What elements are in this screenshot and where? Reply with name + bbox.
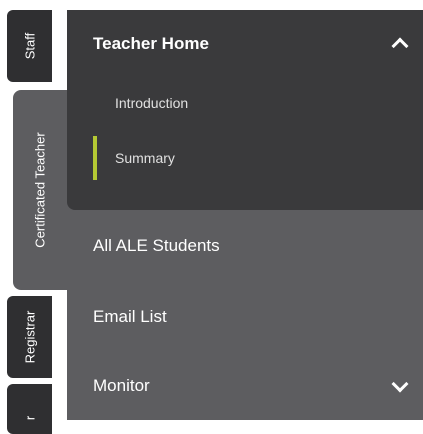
menu-item-introduction[interactable]: Introduction (115, 95, 188, 111)
section-title[interactable]: Teacher Home (93, 34, 209, 54)
nav-item-all-ale-students[interactable]: All ALE Students (93, 236, 220, 256)
tab-certificated-teacher-label: Certificated Teacher (32, 132, 48, 248)
tab-partial[interactable]: r (7, 384, 52, 434)
tab-staff-label: Staff (22, 32, 37, 60)
chevron-down-icon[interactable] (391, 375, 409, 393)
teacher-home-section: Teacher Home Introduction Summary (67, 10, 423, 210)
menu-item-summary[interactable]: Summary (115, 150, 175, 166)
chevron-up-icon[interactable] (391, 37, 409, 55)
active-indicator (93, 136, 97, 180)
nav-item-monitor[interactable]: Monitor (93, 376, 150, 396)
tab-certificated-teacher[interactable]: Certificated Teacher (13, 90, 67, 290)
nav-panel: Teacher Home Introduction Summary All AL… (67, 10, 423, 420)
tab-staff[interactable]: Staff (7, 10, 52, 82)
tab-registrar[interactable]: Registrar (7, 296, 52, 378)
nav-item-email-list[interactable]: Email List (93, 307, 167, 327)
tab-registrar-label: Registrar (22, 310, 37, 364)
vertical-tab-strip: Staff Certificated Teacher Registrar r (0, 0, 67, 434)
